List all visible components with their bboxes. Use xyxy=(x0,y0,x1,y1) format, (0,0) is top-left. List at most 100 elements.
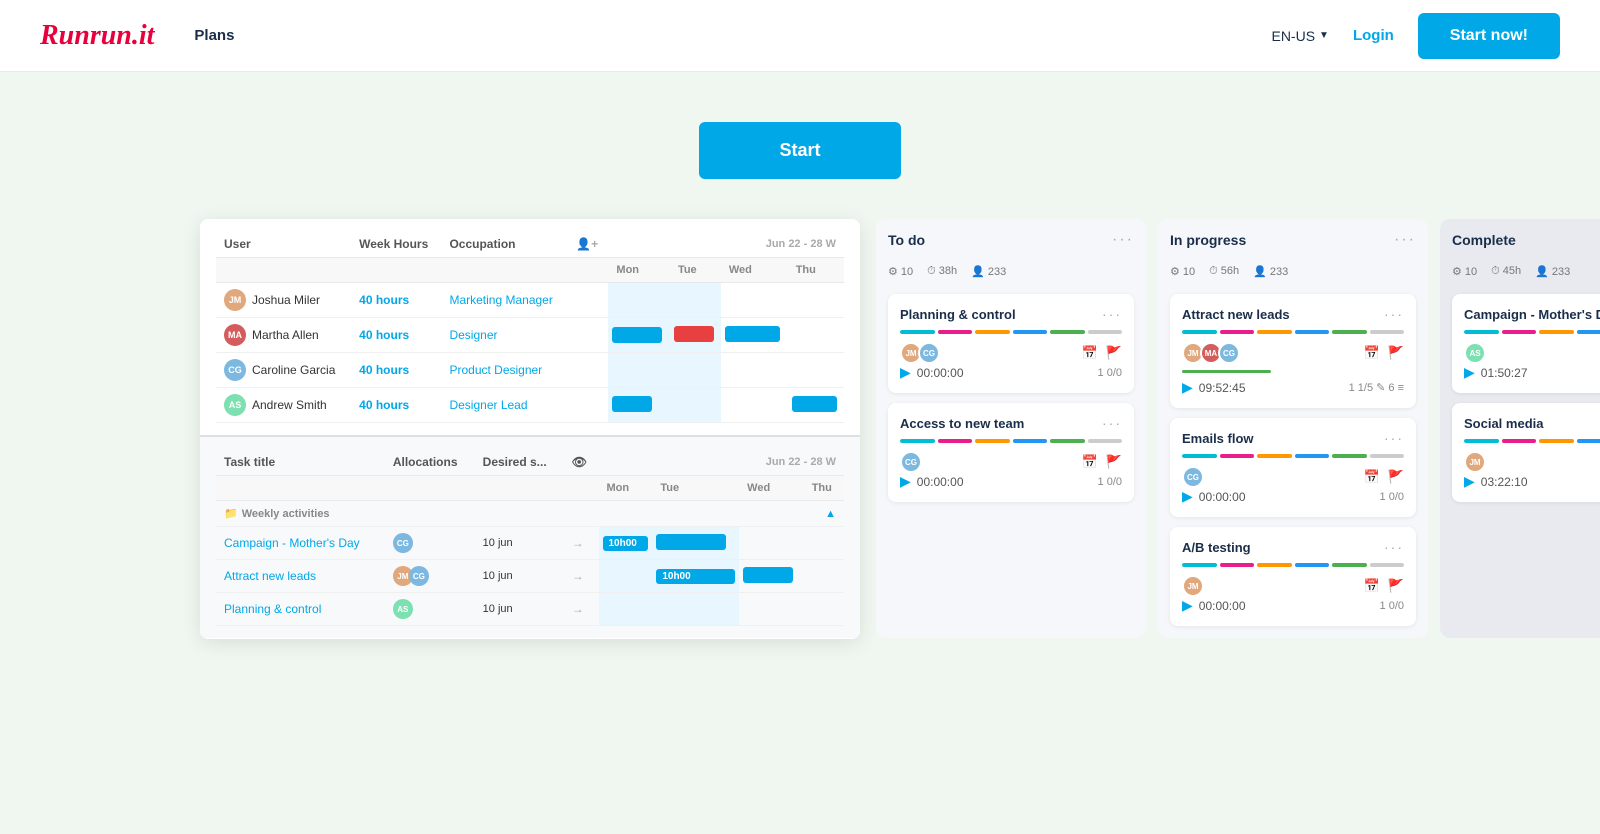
stat-time: ⏱ 45h xyxy=(1491,265,1521,278)
col-user: User xyxy=(216,231,351,258)
navbar: Runrun.it Plans EN-US ▼ Login Start now! xyxy=(0,0,1600,72)
task-link[interactable]: Planning & control xyxy=(224,602,321,616)
color-bar xyxy=(1220,563,1255,567)
folder-icon: 📁 xyxy=(224,507,238,520)
kanban-card: Attract new leads ··· JM xyxy=(1170,294,1416,408)
card-avatars: JM xyxy=(1182,575,1200,597)
card-menu-button[interactable]: ··· xyxy=(1102,415,1122,431)
color-bars xyxy=(900,330,1122,334)
color-bar xyxy=(938,439,973,443)
hero-start-button[interactable]: Start xyxy=(699,122,900,179)
task-link[interactable]: Campaign - Mother's Day xyxy=(224,536,360,550)
card-counts: 1 0/0 xyxy=(1380,491,1404,503)
calendar-icon: 📅 xyxy=(1082,454,1098,470)
card-bottom: JM CG 📅 🚩 xyxy=(900,342,1122,364)
column-menu-button[interactable]: ··· xyxy=(1112,231,1134,249)
flag-icon: 🚩 xyxy=(1388,345,1404,361)
card-footer: ▶ 03:22:10 1 2/2 xyxy=(1464,473,1600,490)
chevron-down-icon: ▼ xyxy=(1319,30,1329,41)
card-bottom: AS 📅 🚩 xyxy=(1464,342,1600,364)
flag-icon: 🚩 xyxy=(1388,469,1404,485)
color-bar xyxy=(1050,439,1085,443)
play-button[interactable]: ▶ xyxy=(1182,597,1193,614)
card-footer: ▶ 00:00:00 1 0/0 xyxy=(1182,488,1404,505)
stat-tasks: ⚙ 10 xyxy=(1452,265,1477,278)
column-menu-button[interactable]: ··· xyxy=(1394,231,1416,249)
calendar-icon: 📅 xyxy=(1364,345,1380,361)
card-menu-button[interactable]: ··· xyxy=(1102,306,1122,322)
play-button[interactable]: ▶ xyxy=(1182,488,1193,505)
card-avatars: CG xyxy=(1182,466,1200,488)
date-label-tasks: Jun 22 - 28 W xyxy=(599,449,845,476)
play-button[interactable]: ▶ xyxy=(1464,473,1475,490)
gantt-tasks-table: Task title Allocations Desired s... 👁 Ju… xyxy=(216,449,844,626)
stat-people: 👤 233 xyxy=(1253,265,1288,278)
nav-plans[interactable]: Plans xyxy=(194,27,234,44)
card-avatar: CG xyxy=(900,451,922,473)
card-title: A/B testing xyxy=(1182,540,1384,555)
lang-selector[interactable]: EN-US ▼ xyxy=(1271,28,1328,44)
gantt-bar-label: 10h00 xyxy=(656,569,735,584)
card-footer: ▶ 00:00:00 1 0/0 xyxy=(900,473,1122,490)
card-menu-button[interactable]: ··· xyxy=(1384,430,1404,446)
card-avatars: JM CG xyxy=(900,342,936,364)
calendar-icon: 📅 xyxy=(1082,345,1098,361)
lang-label: EN-US xyxy=(1271,28,1315,44)
day-tue-2: Tue xyxy=(652,476,739,501)
start-now-button[interactable]: Start now! xyxy=(1418,13,1560,59)
timer-value: 03:22:10 xyxy=(1481,475,1528,489)
col-add-user[interactable]: 👤+ xyxy=(568,231,608,258)
card-menu-button[interactable]: ··· xyxy=(1384,306,1404,322)
day-mon-1: Mon xyxy=(608,258,670,283)
card-icons: 📅 🚩 xyxy=(1082,454,1122,470)
avatar: CG xyxy=(224,359,246,381)
gantt-bar xyxy=(612,396,652,412)
day-wed-2: Wed xyxy=(739,476,804,501)
kanban-col-title: To do xyxy=(888,232,925,248)
col-eye-icon[interactable]: 👁 xyxy=(564,449,599,476)
col-week-hours: Week Hours xyxy=(351,231,441,258)
user-cell: MAMartha Allen xyxy=(224,324,343,346)
kanban-col-complete: Complete ··· ⚙ 10 ⏱ 45h 👤 233 Campaign -… xyxy=(1440,219,1600,638)
stat-time: ⏱ 56h xyxy=(1209,265,1239,278)
color-bars xyxy=(1182,330,1404,334)
avatar: AS xyxy=(224,394,246,416)
card-menu-button[interactable]: ··· xyxy=(1384,539,1404,555)
stat-people: 👤 233 xyxy=(971,265,1006,278)
preview-area: User Week Hours Occupation 👤+ Jun 22 - 2… xyxy=(200,219,1400,639)
collapse-icon[interactable]: ▲ xyxy=(825,508,836,520)
color-bars xyxy=(1464,330,1600,334)
login-button[interactable]: Login xyxy=(1353,27,1394,44)
play-button[interactable]: ▶ xyxy=(1464,364,1475,381)
task-link[interactable]: Attract new leads xyxy=(224,569,316,583)
color-bars xyxy=(1182,454,1404,458)
play-button[interactable]: ▶ xyxy=(900,473,911,490)
color-bar xyxy=(1464,439,1499,443)
gantt-tasks-section: Task title Allocations Desired s... 👁 Ju… xyxy=(200,435,860,638)
avatar: AS xyxy=(393,599,413,619)
card-avatar: CG xyxy=(918,342,940,364)
card-icons: 📅 🚩 xyxy=(1364,345,1404,361)
timer-value: 00:00:00 xyxy=(917,366,964,380)
flag-icon: 🚩 xyxy=(1388,578,1404,594)
day-mon-2: Mon xyxy=(599,476,653,501)
kanban-col-header: In progress ··· xyxy=(1170,231,1416,249)
progress-bar xyxy=(1182,370,1271,373)
color-bar xyxy=(1220,330,1255,334)
kanban-col-header: To do ··· xyxy=(888,231,1134,249)
kanban-col-header: Complete ··· xyxy=(1452,231,1600,249)
gantt-bar xyxy=(674,326,714,342)
card-bottom: JM 📅 🚩 xyxy=(1464,451,1600,473)
card-icons: 📅 🚩 xyxy=(1364,578,1404,594)
color-bar xyxy=(1013,330,1048,334)
play-button[interactable]: ▶ xyxy=(1182,379,1193,396)
color-bar xyxy=(1088,439,1123,443)
card-counts: 1 1/5 ✎ 6 ≡ xyxy=(1349,381,1404,394)
color-bar xyxy=(1220,454,1255,458)
gantt-users-section: User Week Hours Occupation 👤+ Jun 22 - 2… xyxy=(200,219,860,435)
card-counts: 1 0/0 xyxy=(1380,600,1404,612)
avatar: CG xyxy=(409,566,429,586)
play-button[interactable]: ▶ xyxy=(900,364,911,381)
color-bar xyxy=(1295,330,1330,334)
color-bar xyxy=(1577,330,1600,334)
